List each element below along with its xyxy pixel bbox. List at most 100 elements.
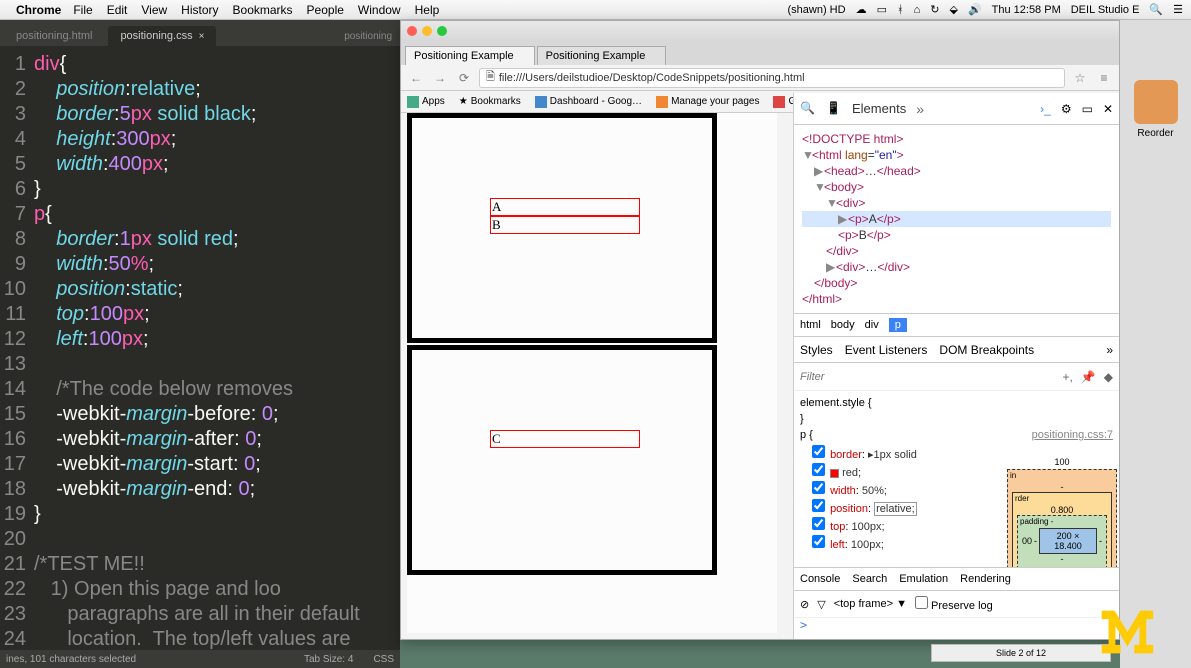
- new-rule-icon[interactable]: +,: [1062, 370, 1072, 384]
- apps-shortcut[interactable]: Apps: [407, 96, 445, 108]
- styles-filter-input[interactable]: [800, 371, 1054, 383]
- display-icon[interactable]: ▭: [877, 3, 887, 16]
- demo-box-1: A B: [407, 113, 717, 343]
- crumb-body[interactable]: body: [831, 319, 855, 331]
- close-icon[interactable]: ×: [199, 31, 205, 42]
- cloud-icon[interactable]: ☁: [856, 3, 867, 16]
- mac-menubar: Chrome File Edit View History Bookmarks …: [0, 0, 1191, 20]
- breadcrumb: html body div p: [794, 313, 1119, 337]
- tab-emulation[interactable]: Emulation: [899, 573, 948, 585]
- bookmark-star[interactable]: ★Bookmarks: [459, 96, 521, 107]
- url-bar[interactable]: 🗎 file:///Users/deilstudioe/Desktop/Code…: [479, 68, 1065, 88]
- crumb-html[interactable]: html: [800, 319, 821, 331]
- menu-button[interactable]: ≡: [1095, 69, 1113, 87]
- pin-icon[interactable]: 📌: [1081, 370, 1096, 384]
- menu-bookmarks[interactable]: Bookmarks: [233, 3, 293, 17]
- status-selection: ines, 101 characters selected: [6, 654, 136, 665]
- browser-tab-1[interactable]: Positioning Example: [405, 46, 535, 65]
- clock[interactable]: Thu 12:58 PM: [992, 4, 1061, 16]
- panel-elements[interactable]: Elements: [852, 101, 906, 116]
- demo-box-2: C: [407, 345, 717, 575]
- status-lang[interactable]: CSS: [373, 654, 394, 665]
- element-style: element.style {: [800, 395, 1113, 411]
- reload-button[interactable]: ⟳: [455, 69, 473, 87]
- tab-search[interactable]: Search: [852, 573, 887, 585]
- dropbox-icon[interactable]: ⌂: [914, 4, 921, 16]
- menu-people[interactable]: People: [307, 3, 344, 17]
- browser-tab-2[interactable]: Positioning Example: [537, 46, 667, 65]
- tab-dom-breakpoints[interactable]: DOM Breakpoints: [939, 343, 1034, 357]
- user-name[interactable]: DEIL Studio E: [1071, 4, 1140, 16]
- zoom-window-icon[interactable]: [437, 26, 447, 36]
- browser-tabstrip: Positioning Example Positioning Example: [401, 41, 1119, 65]
- user-indicator: (shawn) HD: [788, 4, 846, 16]
- bluetooth-icon[interactable]: ᚼ: [897, 4, 904, 16]
- console-prompt[interactable]: >: [794, 617, 1119, 639]
- bookmark-manage[interactable]: Manage your pages: [656, 96, 759, 108]
- paragraph-b: B: [490, 216, 640, 234]
- chevron-right-icon[interactable]: »: [916, 101, 924, 117]
- tab-event-listeners[interactable]: Event Listeners: [845, 343, 928, 357]
- preserve-log[interactable]: Preserve log: [915, 596, 993, 612]
- device-icon[interactable]: 📱: [826, 101, 842, 117]
- rule-source-link[interactable]: positioning.css:7: [1032, 427, 1113, 443]
- browser-toolbar: ← → ⟳ 🗎 file:///Users/deilstudioe/Deskto…: [401, 65, 1119, 91]
- michigan-logo: [1091, 602, 1181, 662]
- clear-console-icon[interactable]: ⊘: [800, 598, 809, 611]
- back-button[interactable]: ←: [407, 69, 425, 87]
- app-name[interactable]: Chrome: [16, 3, 61, 17]
- rule-selector[interactable]: p {: [800, 429, 813, 441]
- paragraph-a: A: [490, 198, 640, 216]
- drawer-tabs: Console Search Emulation Rendering: [794, 567, 1119, 591]
- editor-tab-html[interactable]: positioning.html: [4, 26, 104, 46]
- tab-rendering[interactable]: Rendering: [960, 573, 1011, 585]
- page-viewport: A B C: [407, 113, 777, 633]
- crumb-p[interactable]: p: [889, 318, 907, 332]
- dock-icon[interactable]: ▭: [1082, 102, 1093, 116]
- menu-view[interactable]: View: [141, 3, 167, 17]
- tab-styles[interactable]: Styles: [800, 343, 833, 357]
- chevron-right-icon[interactable]: »: [1106, 343, 1113, 357]
- wifi-icon[interactable]: ⬙: [949, 3, 957, 16]
- spotlight-icon[interactable]: 🔍: [1149, 3, 1163, 16]
- frame-select[interactable]: <top frame> ▼: [834, 598, 907, 610]
- devtools: 🔍 📱 Elements » ›_ ⚙ ▭ ✕ <!DOCTYPE html>▼…: [793, 93, 1119, 639]
- styles-filter-row: +, 📌 ◆: [794, 363, 1119, 391]
- star-icon[interactable]: ☆: [1071, 69, 1089, 87]
- editor-statusbar: ines, 101 characters selected Tab Size: …: [0, 650, 400, 668]
- menu-history[interactable]: History: [181, 3, 218, 17]
- status-tabsize[interactable]: Tab Size: 4: [304, 654, 353, 665]
- menu-file[interactable]: File: [73, 3, 92, 17]
- tab-console[interactable]: Console: [800, 573, 840, 585]
- inspect-icon[interactable]: 🔍: [800, 101, 816, 117]
- desktop-app-icon[interactable]: [1134, 80, 1178, 124]
- diamond-icon[interactable]: ◆: [1104, 370, 1113, 384]
- menu-edit[interactable]: Edit: [107, 3, 128, 17]
- minimize-window-icon[interactable]: [422, 26, 432, 36]
- editor-path-hint: positioning: [336, 27, 400, 46]
- volume-icon[interactable]: 🔊: [968, 3, 982, 16]
- code-editor: positioning.html positioning.css× positi…: [0, 20, 400, 668]
- menu-window[interactable]: Window: [358, 3, 401, 17]
- code-source[interactable]: div{ position:relative; border:5px solid…: [34, 46, 360, 652]
- bookmark-dashboard[interactable]: Dashboard - Goog…: [535, 96, 642, 108]
- editor-tab-css[interactable]: positioning.css×: [108, 26, 216, 46]
- close-window-icon[interactable]: [407, 26, 417, 36]
- close-devtools-icon[interactable]: ✕: [1103, 102, 1113, 116]
- forward-button[interactable]: →: [431, 69, 449, 87]
- file-icon: 🗎: [486, 68, 495, 87]
- code-area[interactable]: 123456789101112131415161718192021222324 …: [0, 46, 400, 652]
- gear-icon[interactable]: ⚙: [1061, 102, 1072, 116]
- menu-icon[interactable]: ☰: [1173, 3, 1183, 16]
- menu-help[interactable]: Help: [415, 3, 440, 17]
- desktop-sidebar: Reorder: [1120, 20, 1191, 668]
- devtools-toolbar: 🔍 📱 Elements » ›_ ⚙ ▭ ✕: [794, 93, 1119, 125]
- browser-titlebar[interactable]: [401, 21, 1119, 41]
- crumb-div[interactable]: div: [865, 319, 879, 331]
- filter-icon[interactable]: ▽: [817, 598, 825, 611]
- dom-tree[interactable]: <!DOCTYPE html>▼<html lang="en">▶<head>……: [794, 125, 1119, 313]
- traffic-lights: [407, 26, 447, 36]
- sync-icon[interactable]: ↻: [930, 3, 939, 16]
- paragraph-c: C: [490, 430, 640, 448]
- console-toggle-icon[interactable]: ›_: [1040, 102, 1051, 116]
